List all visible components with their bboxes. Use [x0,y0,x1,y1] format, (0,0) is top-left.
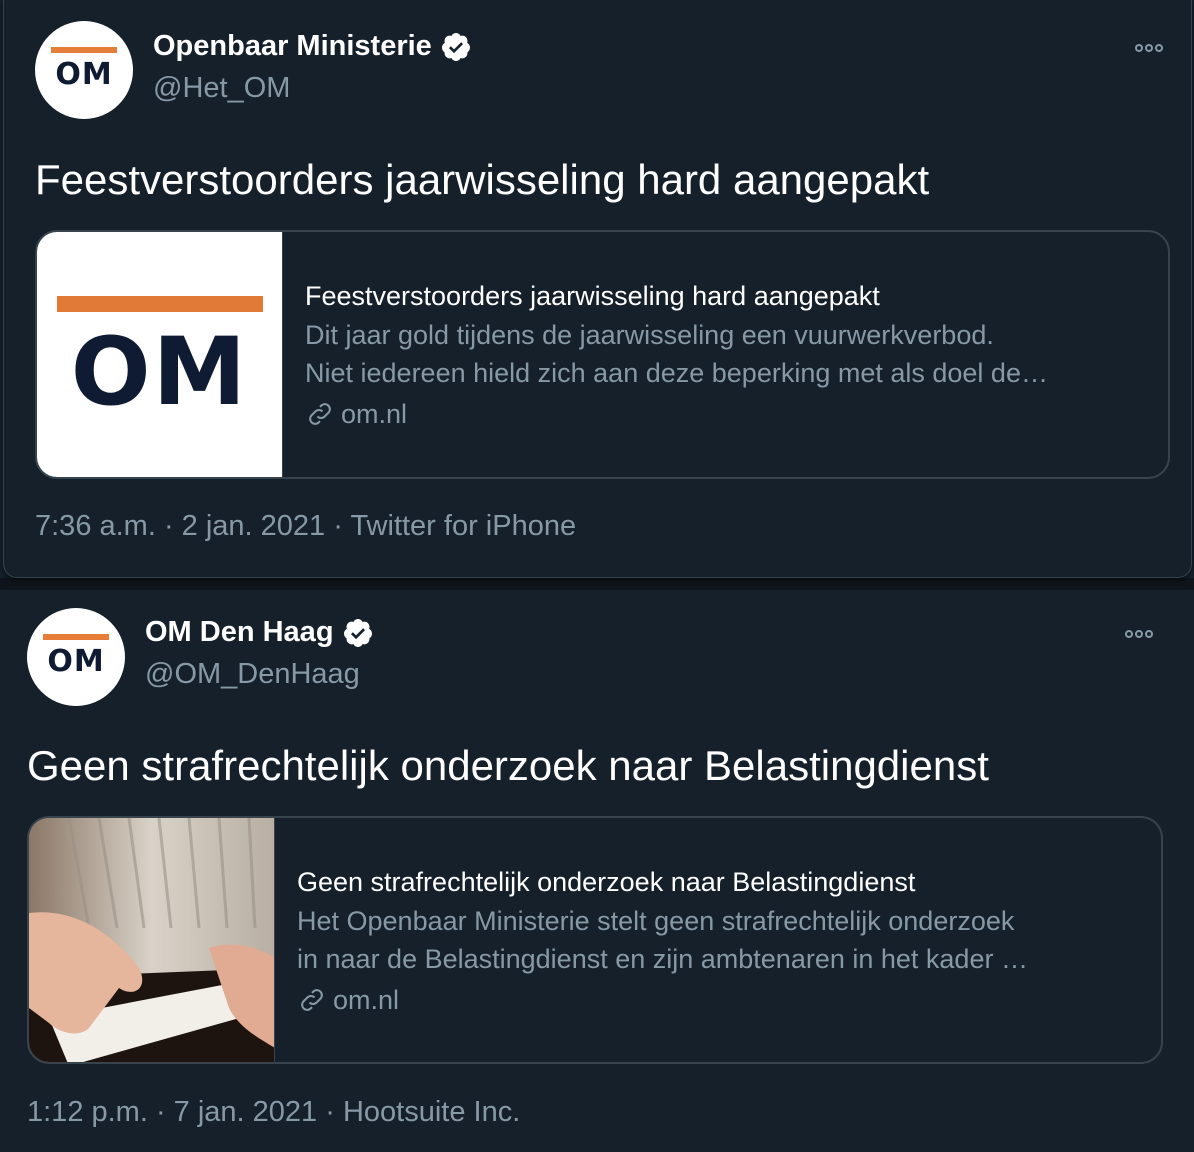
tweet-source[interactable]: Hootsuite Inc. [343,1096,520,1128]
more-options-icon[interactable] [1131,36,1167,60]
avatar-logo-text: OM [47,644,105,679]
card-title: Feestverstoorders jaarwisseling hard aan… [305,281,880,311]
avatar[interactable]: OM [35,21,133,119]
tweet-timestamp[interactable]: 1:12 p.m. · 7 jan. 2021 · [27,1096,343,1128]
tweet-text: Geen strafrechtelijk onderzoek naar Bela… [27,742,989,789]
author-name[interactable]: OM Den Haag [145,616,334,649]
card-domain: om.nl [341,399,408,429]
author-handle[interactable]: @Het_OM [153,72,290,105]
avatar-orange-bar [43,634,109,640]
card-description-line2: in naar de Belastingdienst en zijn ambte… [297,944,1028,974]
tweet-timestamp[interactable]: 7:36 a.m. · 2 jan. 2021 · [35,510,350,542]
more-options-icon[interactable] [1121,622,1157,646]
avatar[interactable]: OM [27,608,125,706]
card-domain: om.nl [333,985,400,1015]
tweet-openbaar-ministerie[interactable]: OM Openbaar Ministerie @Het_OM Feestvers… [3,0,1192,578]
card-title: Geen strafrechtelijk onderzoek naar Bela… [297,867,916,897]
card-thumbnail: OM [37,232,283,477]
tweet-om-den-haag[interactable]: OM OM Den Haag @OM_DenHaag Geen strafrec… [0,588,1194,1152]
link-preview-card[interactable]: Geen strafrechtelijk onderzoek naar Bela… [27,816,1163,1064]
verified-badge-icon [441,32,470,61]
tweet-separator [0,578,1194,590]
author-handle[interactable]: @OM_DenHaag [145,658,360,691]
verified-badge-icon [343,618,372,647]
link-preview-card[interactable]: OM Feestverstoorders jaarwisseling hard … [35,230,1170,479]
card-logo-text: OM [70,318,249,427]
card-description-line1: Dit jaar gold tijdens de jaarwisseling e… [305,320,994,350]
avatar-logo-text: OM [55,57,113,92]
card-logo-bar [57,296,263,312]
avatar-orange-bar [51,47,117,53]
tweet-text: Feestverstoorders jaarwisseling hard aan… [35,156,930,203]
tweet-source[interactable]: Twitter for iPhone [350,510,576,542]
link-icon [309,403,331,425]
card-photo-illustration [29,818,274,1062]
card-thumbnail-photo [29,818,275,1062]
card-description-line2: Niet iedereen hield zich aan deze beperk… [305,358,1048,388]
card-description-line1: Het Openbaar Ministerie stelt geen straf… [297,906,1015,936]
author-name[interactable]: Openbaar Ministerie [153,30,432,63]
link-icon [301,989,323,1011]
